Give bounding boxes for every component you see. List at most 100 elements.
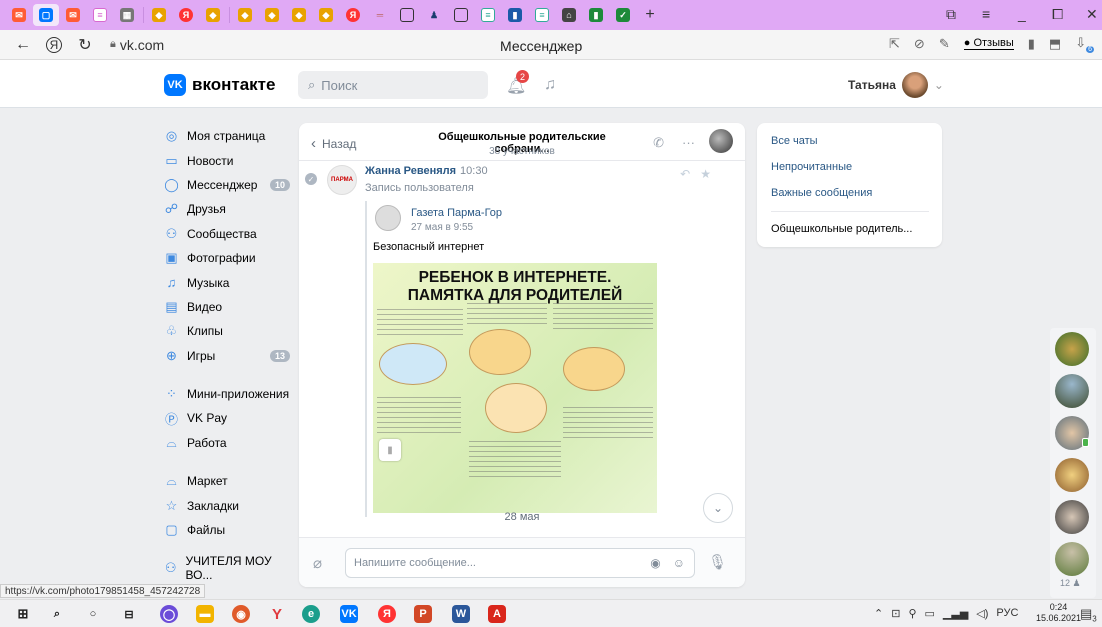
share-icon[interactable]: ⇱ — [889, 36, 900, 52]
volume-icon[interactable]: ◁) — [976, 607, 988, 620]
sidebar-item-communities[interactable]: ⚇ Сообщества — [164, 222, 290, 246]
sidebar-item-market[interactable]: ⌓ Маркет — [164, 469, 290, 493]
tab-page-2[interactable] — [448, 4, 474, 26]
language-indicator[interactable]: РУС — [996, 607, 1018, 620]
sidebar-item-friends[interactable]: ☍ Друзья — [164, 197, 290, 221]
microphone-icon[interactable]: 🎙︎ — [708, 553, 727, 571]
back-arrow-icon[interactable]: ← — [14, 36, 32, 54]
tab-green-2[interactable]: ✓ — [610, 4, 636, 26]
tab-green-1[interactable]: ▮ — [583, 4, 609, 26]
vk-icon[interactable]: VK — [340, 605, 358, 623]
chevron-up-icon[interactable]: ⌃ — [874, 607, 883, 620]
filter-all-chats[interactable]: Все чаты — [771, 135, 818, 147]
sidebar-item-messenger[interactable]: ◯ Мессенджер 10 — [164, 173, 290, 197]
chat-avatar[interactable] — [709, 129, 733, 153]
task-view-icon[interactable]: ⊟ — [120, 605, 138, 623]
cortana-icon[interactable]: ○ — [84, 605, 102, 623]
chat-avatar[interactable] — [1055, 500, 1089, 534]
feedback-button[interactable]: ● Отзывы — [963, 37, 1014, 51]
sidebar-item-news[interactable]: ▭ Новости — [164, 148, 290, 172]
close-button[interactable]: ✕ — [1086, 6, 1098, 23]
downloads-icon[interactable]: ⇩ 6 — [1075, 35, 1094, 53]
notification-center-icon[interactable]: ▤3 — [1080, 606, 1097, 624]
message-sender[interactable]: Жанна Ревеняля 10:30 — [365, 165, 488, 177]
edge-icon[interactable]: e — [302, 605, 320, 623]
tab-vk-messenger[interactable]: ▢ — [33, 4, 59, 26]
user-menu[interactable]: Татьяна ⌄ — [848, 72, 944, 98]
tab-dash[interactable]: ═ — [367, 4, 393, 26]
yandex-browser-icon[interactable]: Y — [268, 605, 286, 623]
sidebar-item-my-page[interactable]: ◎ Моя страница — [164, 124, 290, 148]
paperclip-icon[interactable]: ⌀ — [313, 554, 322, 572]
camera-icon[interactable]: ◉ — [650, 556, 660, 570]
tab-mail-2[interactable]: ✉ — [60, 4, 86, 26]
repost-group-name[interactable]: Газета Парма-Гор — [411, 207, 502, 219]
back-button[interactable]: ‹ Назад — [311, 135, 356, 152]
battery-icon[interactable]: ▭ — [925, 607, 935, 620]
protect-icon[interactable]: ⊘ — [914, 36, 925, 52]
music-button[interactable]: ♫ — [544, 76, 556, 94]
tab-doc-1[interactable]: ≡ — [87, 4, 113, 26]
cloud-icon[interactable]: ⊡ — [891, 607, 900, 620]
bookmark-save-icon[interactable]: ▮ — [379, 439, 401, 461]
sidebar-item-games[interactable]: ⊕ Игры 13 — [164, 344, 290, 368]
emoji-icon[interactable]: ☺ — [673, 556, 685, 570]
word-icon[interactable]: W — [452, 605, 470, 623]
scroll-down-button[interactable]: ⌄ — [703, 493, 733, 523]
windows-start-icon[interactable]: ⊞ — [14, 605, 32, 623]
tab-store[interactable]: ⌂ — [556, 4, 582, 26]
tab-doc-3[interactable]: ≡ — [529, 4, 555, 26]
chat-members-count[interactable]: 38 участников — [417, 146, 627, 157]
tab-doc-2[interactable]: ≡ — [475, 4, 501, 26]
file-explorer-icon[interactable]: ▬ — [196, 605, 214, 623]
reply-icon[interactable]: ↶ — [680, 167, 690, 181]
sidebar-item-music[interactable]: ♫ Музыка — [164, 270, 290, 294]
search-icon[interactable]: ⌕ — [48, 605, 66, 623]
pdf-reader-icon[interactable]: A — [488, 605, 506, 623]
tab-page-1[interactable] — [394, 4, 420, 26]
refresh-icon[interactable]: ↻ — [76, 35, 94, 55]
sidebar-item-vkpay[interactable]: Ⓟ VK Pay — [164, 406, 290, 430]
message-input[interactable]: Напишите сообщение... — [345, 548, 695, 578]
tab-diamond-2[interactable]: ◆ — [200, 4, 226, 26]
filter-unread[interactable]: Непрочитанные — [771, 161, 852, 173]
sidebar-item-video[interactable]: ▤ Видео — [164, 295, 290, 319]
search-input[interactable]: ⌕ Поиск — [298, 71, 488, 99]
sidebar-item-mini-apps[interactable]: ⁘ Мини-приложения — [164, 382, 290, 406]
clock[interactable]: 0:24 15.06.2021 — [1036, 602, 1081, 624]
tab-yandex-2[interactable]: Я — [340, 4, 366, 26]
menu-icon[interactable]: ≡ — [982, 6, 990, 22]
sidebar-item-bookmarks[interactable]: ☆ Закладки — [164, 493, 290, 517]
restore-button[interactable]: ⧠ — [1052, 6, 1063, 23]
signal-icon[interactable]: ▁▃▅ — [943, 607, 968, 620]
tab-diamond-1[interactable]: ◆ — [146, 4, 172, 26]
yandex-icon[interactable]: Я — [378, 605, 396, 623]
sidebar-item-files[interactable]: ▢ Файлы — [164, 518, 290, 542]
pin-icon[interactable]: ✎ — [939, 36, 950, 52]
chat-avatar[interactable] — [1055, 542, 1089, 576]
group-avatar[interactable] — [375, 205, 401, 231]
tab-calc[interactable]: ▦ — [114, 4, 140, 26]
url-field[interactable]: 🔒︎ vk.com — [110, 37, 164, 53]
filter-important[interactable]: Важные сообщения — [771, 187, 872, 199]
more-icon[interactable]: ··· — [682, 135, 695, 151]
powerpoint-icon[interactable]: P — [414, 605, 432, 623]
minimize-button[interactable]: _ — [1018, 6, 1026, 22]
post-image[interactable]: РЕБЕНОК В ИНТЕРНЕТЕ. ПАМЯТКА ДЛЯ РОДИТЕЛ… — [373, 263, 657, 513]
notifications-button[interactable]: 🔔︎ 2 — [506, 70, 529, 96]
star-icon[interactable]: ★ — [700, 167, 711, 181]
tab-mail[interactable]: ✉ — [6, 4, 32, 26]
usb-icon[interactable]: ⚲ — [908, 607, 916, 620]
chat-avatar[interactable] — [1055, 458, 1089, 492]
vk-logo[interactable]: VK вконтакте — [164, 74, 275, 96]
tab-diamond-4[interactable]: ◆ — [259, 4, 285, 26]
sender-avatar[interactable]: ПАРМА — [327, 165, 357, 195]
tab-diamond-5[interactable]: ◆ — [286, 4, 312, 26]
tab-diamond-3[interactable]: ◆ — [232, 4, 258, 26]
sidebar-item-work[interactable]: ⌓ Работа — [164, 431, 290, 455]
tab-book[interactable]: ▮ — [502, 4, 528, 26]
new-tab-button[interactable]: + — [637, 4, 663, 26]
yandex-button[interactable]: Я — [46, 36, 62, 53]
sidebar-item-clips[interactable]: ♧ Клипы — [164, 319, 290, 343]
firefox-icon[interactable]: ◉ — [232, 605, 250, 623]
